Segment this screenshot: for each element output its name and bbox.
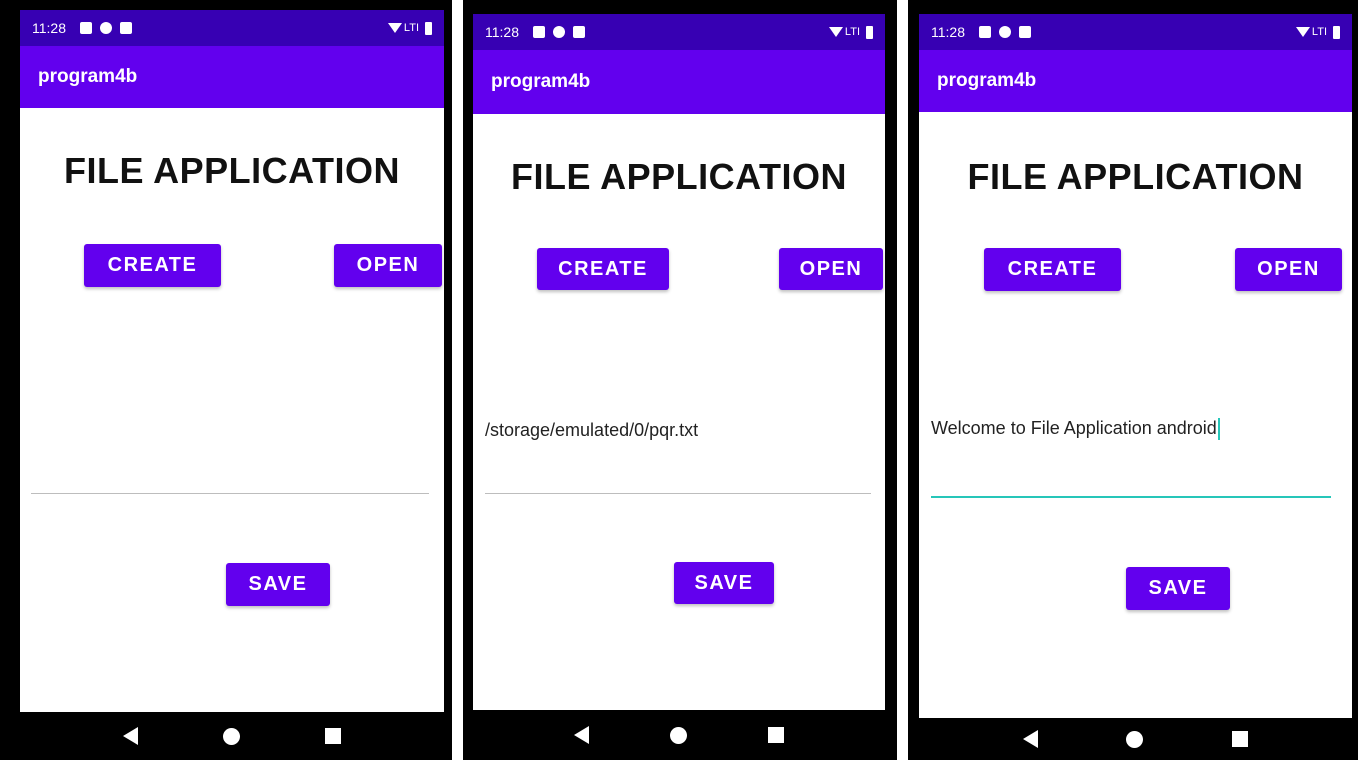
status-time: 11:28 — [485, 24, 519, 40]
status-bar: 11:28 LTI — [20, 10, 444, 46]
phone-screen-2: 11:28 LTI program4b FILE APPLICATION CRE… — [463, 0, 897, 760]
message-icon — [979, 26, 991, 38]
status-bar: 11:28 LTI — [473, 14, 885, 50]
text-input-value: Welcome to File Application android — [931, 418, 1220, 441]
create-button[interactable]: CREATE — [537, 248, 669, 290]
signal-label: LTI — [844, 26, 860, 38]
page-title: FILE APPLICATION — [967, 156, 1304, 197]
message-icon — [80, 22, 92, 34]
page-title: FILE APPLICATION — [511, 156, 847, 197]
app-bar: program4b — [919, 50, 1352, 112]
message-icon — [533, 26, 545, 38]
recents-icon[interactable] — [768, 727, 785, 743]
nav-bar — [919, 718, 1352, 760]
input-underline-focused — [931, 496, 1331, 498]
sd-card-icon — [573, 26, 585, 38]
save-button[interactable]: SAVE — [226, 563, 330, 606]
status-time: 11:28 — [32, 20, 66, 36]
main-content: FILE APPLICATION CREATE OPEN SAVE — [20, 108, 444, 712]
app-title: program4b — [491, 71, 591, 92]
battery-icon — [866, 25, 873, 39]
home-icon[interactable] — [222, 727, 240, 745]
save-button[interactable]: SAVE — [674, 562, 774, 604]
wifi-icon — [1295, 27, 1310, 37]
text-cursor — [1217, 418, 1220, 441]
home-icon[interactable] — [669, 726, 687, 744]
text-input-text: Welcome to File Application android — [931, 418, 1217, 438]
text-input[interactable]: Welcome to File Application android — [931, 412, 1331, 502]
main-content: FILE APPLICATION CREATE OPEN /storage/em… — [473, 114, 885, 710]
status-right: LTI — [828, 25, 873, 39]
sync-icon — [100, 22, 112, 34]
back-icon[interactable] — [1023, 730, 1039, 748]
page-title: FILE APPLICATION — [64, 150, 400, 191]
status-bar: 11:28 LTI — [919, 14, 1352, 50]
battery-icon — [1333, 25, 1340, 39]
home-icon[interactable] — [1126, 730, 1144, 748]
phone-screen-3: 11:28 LTI program4b FILE APPLICATION CRE… — [908, 0, 1358, 760]
input-underline — [31, 493, 429, 494]
text-input-value: /storage/emulated/0/pqr.txt — [485, 420, 699, 440]
back-icon[interactable] — [122, 727, 138, 745]
status-time: 11:28 — [931, 24, 965, 40]
battery-icon — [425, 21, 432, 35]
main-content: FILE APPLICATION CREATE OPEN Welcome to … — [919, 112, 1352, 718]
back-icon[interactable] — [573, 726, 589, 744]
signal-label: LTI — [1311, 26, 1327, 38]
text-input[interactable]: /storage/emulated/0/pqr.txt — [485, 414, 871, 496]
create-button[interactable]: CREATE — [84, 244, 221, 287]
save-button[interactable]: SAVE — [1126, 567, 1230, 610]
input-underline — [485, 493, 871, 494]
recents-icon[interactable] — [325, 728, 342, 744]
signal-label: LTI — [403, 22, 419, 34]
sd-card-icon — [1019, 26, 1031, 38]
nav-bar — [473, 710, 885, 760]
app-bar: program4b — [473, 50, 885, 114]
phone-screen-1: 11:28 LTI program4b FILE APPLICATION CRE… — [0, 0, 452, 760]
open-button[interactable]: OPEN — [1235, 248, 1342, 291]
sync-icon — [553, 26, 565, 38]
open-button[interactable]: OPEN — [779, 248, 883, 290]
sd-card-icon — [120, 22, 132, 34]
recents-icon[interactable] — [1231, 731, 1248, 747]
app-title: program4b — [937, 70, 1037, 91]
wifi-icon — [828, 27, 843, 37]
create-button[interactable]: CREATE — [984, 248, 1121, 291]
nav-bar — [20, 712, 444, 760]
app-title: program4b — [38, 66, 138, 87]
status-right: LTI — [387, 21, 432, 35]
open-button[interactable]: OPEN — [334, 244, 442, 287]
text-input[interactable] — [31, 408, 429, 498]
status-right: LTI — [1295, 25, 1340, 39]
wifi-icon — [387, 23, 402, 33]
app-bar: program4b — [20, 46, 444, 108]
sync-icon — [999, 26, 1011, 38]
